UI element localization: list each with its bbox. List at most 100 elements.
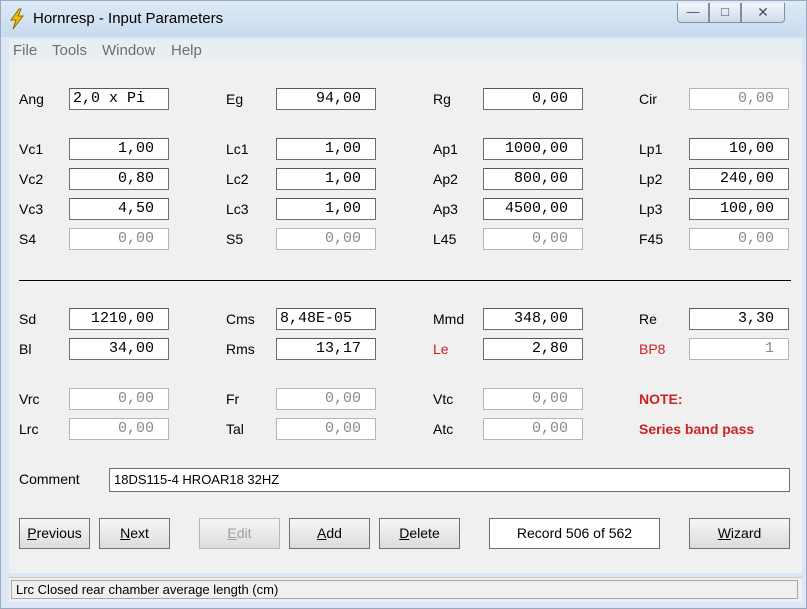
field-atc: 0,00 (483, 418, 583, 440)
field-rms[interactable]: 13,17 (276, 338, 376, 360)
wizard-accel: W (717, 525, 731, 541)
field-tal: 0,00 (276, 418, 376, 440)
field-lc1[interactable]: 1,00 (276, 138, 376, 160)
label-s4: S4 (19, 231, 37, 247)
record-indicator: Record 506 of 562 (489, 518, 660, 549)
add-accel: A (317, 525, 327, 541)
field-ang[interactable]: 2,0 x Pi (69, 88, 169, 110)
delete-label: elete (409, 525, 440, 541)
menu-help[interactable]: Help (171, 42, 202, 59)
edit-label: dit (236, 525, 252, 541)
field-bl[interactable]: 34,00 (69, 338, 169, 360)
wizard-button[interactable]: Wizard (689, 518, 790, 549)
label-comment: Comment (19, 471, 80, 487)
label-vrc: Vrc (19, 391, 40, 407)
field-ap2[interactable]: 800,00 (483, 168, 583, 190)
label-vc1: Vc1 (19, 141, 44, 157)
label-eg: Eg (226, 91, 244, 107)
label-lp1: Lp1 (639, 141, 663, 157)
label-lp3: Lp3 (639, 201, 663, 217)
menu-tools[interactable]: Tools (52, 42, 87, 59)
delete-button[interactable]: Delete (379, 518, 460, 549)
field-eg[interactable]: 94,00 (276, 88, 376, 110)
label-vc2: Vc2 (19, 171, 44, 187)
label-lc3: Lc3 (226, 201, 249, 217)
previous-label: revious (36, 525, 82, 541)
label-rms: Rms (226, 341, 255, 357)
field-re[interactable]: 3,30 (689, 308, 789, 330)
status-bar: Lrc Closed rear chamber average length (… (9, 577, 802, 602)
close-button[interactable]: ✕ (741, 3, 785, 23)
hornresp-window: Hornresp - Input Parameters — □ ✕ File T… (0, 0, 807, 609)
field-f45: 0,00 (689, 228, 789, 250)
edit-button: Edit (199, 518, 280, 549)
field-l45: 0,00 (483, 228, 583, 250)
field-le[interactable]: 2,80 (483, 338, 583, 360)
field-cir: 0,00 (689, 88, 789, 110)
wizard-label: izard (730, 525, 762, 541)
field-mmd[interactable]: 348,00 (483, 308, 583, 330)
field-sd[interactable]: 1210,00 (69, 308, 169, 330)
label-cir: Cir (639, 91, 657, 107)
menu-file[interactable]: File (13, 42, 37, 59)
title-bar: Hornresp - Input Parameters — □ ✕ (1, 1, 806, 37)
next-accel: N (120, 525, 131, 541)
maximize-button[interactable]: □ (709, 3, 741, 23)
field-vtc: 0,00 (483, 388, 583, 410)
label-bl: Bl (19, 341, 32, 357)
delete-accel: D (399, 525, 410, 541)
field-vc3[interactable]: 4,50 (69, 198, 169, 220)
field-cms[interactable]: 8,48E-05 (276, 308, 376, 330)
add-button[interactable]: Add (289, 518, 370, 549)
label-le: Le (433, 341, 449, 357)
field-ap3[interactable]: 4500,00 (483, 198, 583, 220)
label-lrc: Lrc (19, 421, 39, 437)
label-sd: Sd (19, 311, 37, 327)
field-lrc: 0,00 (69, 418, 169, 440)
label-lc2: Lc2 (226, 171, 249, 187)
add-label: dd (326, 525, 342, 541)
field-lc3[interactable]: 1,00 (276, 198, 376, 220)
label-vc3: Vc3 (19, 201, 44, 217)
comment-field[interactable]: 18DS115-4 HROAR18 32HZ (109, 468, 790, 492)
field-lp1[interactable]: 10,00 (689, 138, 789, 160)
label-fr: Fr (226, 391, 240, 407)
field-lc2[interactable]: 1,00 (276, 168, 376, 190)
field-ap1[interactable]: 1000,00 (483, 138, 583, 160)
next-label: ext (130, 525, 149, 541)
label-ap3: Ap3 (433, 201, 458, 217)
previous-button[interactable]: Previous (19, 518, 90, 549)
edit-accel: E (227, 525, 237, 541)
label-lc1: Lc1 (226, 141, 249, 157)
section-divider (19, 280, 791, 281)
label-re: Re (639, 311, 657, 327)
label-ang: Ang (19, 91, 44, 107)
field-vrc: 0,00 (69, 388, 169, 410)
label-l45: L45 (433, 231, 457, 247)
field-rg[interactable]: 0,00 (483, 88, 583, 110)
field-lp3[interactable]: 100,00 (689, 198, 789, 220)
window-title: Hornresp - Input Parameters (33, 10, 224, 27)
field-s5: 0,00 (276, 228, 376, 250)
field-lp2[interactable]: 240,00 (689, 168, 789, 190)
label-mmd: Mmd (433, 311, 465, 327)
label-rg: Rg (433, 91, 451, 107)
menu-window[interactable]: Window (102, 42, 155, 59)
label-f45: F45 (639, 231, 664, 247)
note-title: NOTE: (639, 391, 683, 407)
label-lp2: Lp2 (639, 171, 663, 187)
field-vc2[interactable]: 0,80 (69, 168, 169, 190)
note-text: Series band pass (639, 421, 755, 437)
minimize-button[interactable]: — (677, 3, 709, 23)
menu-bar: File Tools Window Help (9, 39, 802, 61)
status-text: Lrc Closed rear chamber average length (… (11, 580, 798, 599)
label-bp8: BP8 (639, 341, 666, 357)
next-button[interactable]: Next (99, 518, 170, 549)
field-vc1[interactable]: 1,00 (69, 138, 169, 160)
label-cms: Cms (226, 311, 255, 327)
label-s5: S5 (226, 231, 244, 247)
field-s4: 0,00 (69, 228, 169, 250)
field-bp8: 1 (689, 338, 789, 360)
lightning-bolt-icon (10, 8, 25, 30)
input-parameters-panel: Ang 2,0 x Pi Eg 94,00 Rg 0,00 Cir 0,00 V… (9, 61, 802, 573)
